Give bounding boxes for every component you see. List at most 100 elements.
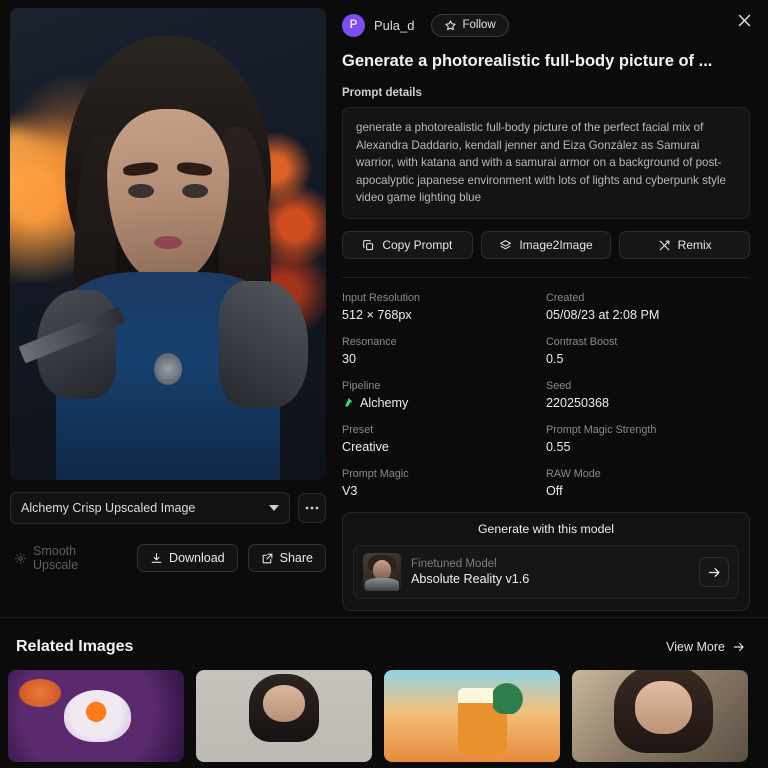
related-title: Related Images [16,638,134,655]
metadata-key: Seed [546,380,572,393]
metadata-item-raw-mode: RAW Mode Off [546,468,750,498]
prompt-details-label: Prompt details [342,87,422,99]
variant-select[interactable]: Alchemy Crisp Upscaled Image [10,492,290,524]
image-detail-modal: Alchemy Crisp Upscaled Image Smooth Upsc… [0,0,768,768]
metadata-item-prompt-magic: Prompt Magic V3 [342,468,546,498]
metadata-key: Contrast Boost [546,336,618,349]
model-row[interactable]: Finetuned Model Absolute Reality v1.6 [353,545,739,600]
subject-face [107,108,229,281]
image2image-button[interactable]: Image2Image [480,231,612,260]
metadata-item-pipeline: Pipeline Alchemy [342,380,546,410]
metadata-key: Prompt Magic Strength [546,424,657,437]
image-tools: Alchemy Crisp Upscaled Image Smooth Upsc… [10,492,326,578]
share-icon [262,553,273,563]
variant-select-label: Alchemy Crisp Upscaled Image [21,501,196,515]
author-name[interactable]: Pula_d [374,18,414,33]
more-options-button[interactable] [298,493,326,523]
metadata-value: V3 [342,484,358,499]
metadata-value: 220250368 [546,396,610,411]
avatar[interactable]: P [342,13,365,37]
related-thumbnail-woman-closeup-portrait[interactable] [572,670,748,762]
flask-icon [345,398,353,407]
metadata-key: Pipeline [342,380,381,393]
layers-icon [500,239,512,249]
metadata-key: Created [546,292,585,305]
metadata-value: Creative [342,440,389,455]
arrow-right-icon [708,567,719,577]
model-meta: Finetuned Model Absolute Reality v1.6 [411,558,689,586]
view-more-button[interactable]: View More [666,640,746,654]
copy-icon [363,239,374,250]
follow-label: Follow [462,19,496,31]
metadata-value-row: Alchemy [342,396,546,410]
metadata-grid: Input Resolution 512 × 768px Created 05/… [342,292,750,498]
variant-row: Alchemy Crisp Upscaled Image [10,492,326,524]
subject-eye-left [128,183,154,199]
detail-top-section: Alchemy Crisp Upscaled Image Smooth Upsc… [0,0,768,617]
image2image-label: Image2Image [519,238,593,253]
metadata-item-seed: Seed 220250368 [546,380,750,410]
share-button[interactable]: Share [247,544,326,572]
arrow-right-icon [733,642,744,652]
model-subtitle: Finetuned Model [411,558,497,571]
pipeline-value: Alchemy [360,396,409,411]
metadata-value: 0.5 [546,352,564,367]
model-card-title: Generate with this model [477,522,615,537]
metadata-key: Prompt Magic [342,468,409,481]
model-thumb-face [372,559,392,580]
metadata-value: 05/08/23 at 2:08 PM [546,308,660,323]
generated-image[interactable] [10,8,326,480]
metadata-key: Resonance [342,336,397,349]
copy-prompt-button[interactable]: Copy Prompt [342,231,473,260]
prompt-actions: Copy Prompt Image2Image Remix [342,231,751,260]
copy-prompt-label: Copy Prompt [382,238,453,253]
image-subject [18,36,309,480]
related-thumbnail-woman-black-dress-portrait[interactable] [196,670,372,762]
related-thumbnail-astronaut-space-art[interactable] [8,670,184,762]
details-panel: P Pula_d Follow Generate a photorealisti… [336,0,768,617]
smooth-upscale-button[interactable]: Smooth Upscale [10,538,127,578]
download-label: Download [169,551,225,565]
download-icon [151,552,162,563]
metadata-item-created: Created 05/08/23 at 2:08 PM [546,292,750,322]
generated-image-content [10,8,326,480]
sparkle-icon [15,552,26,564]
subject-lips [153,235,183,250]
download-button[interactable]: Download [137,544,238,572]
subject-pauldron-right [219,280,309,408]
metadata-item-input-resolution: Input Resolution 512 × 768px [342,292,546,322]
divider [342,277,750,279]
author-row: P Pula_d Follow [342,8,750,42]
related-thumbnail-beer-beach-illustration[interactable] [384,670,560,762]
metadata-key: RAW Mode [546,468,601,481]
model-name: Absolute Reality v1.6 [411,572,530,587]
page-title: Generate a photorealistic full-body pict… [342,52,713,70]
metadata-value: 512 × 768px [342,308,412,323]
metadata-item-resonance: Resonance 30 [342,336,546,366]
related-thumbnails [0,670,768,762]
follow-button[interactable]: Follow [431,13,509,37]
view-more-label: View More [666,640,725,654]
close-button[interactable] [732,8,756,32]
close-icon [738,14,750,26]
prompt-text[interactable]: generate a photorealistic full-body pict… [342,107,750,220]
model-thumbnail [363,553,401,592]
ellipsis-icon [305,506,319,510]
metadata-value: 0.55 [546,440,571,455]
metadata-key: Preset [342,424,374,437]
image-panel: Alchemy Crisp Upscaled Image Smooth Upsc… [0,0,336,617]
smooth-upscale-label: Smooth Upscale [33,544,79,572]
metadata-item-contrast-boost: Contrast Boost 0.5 [546,336,750,366]
metadata-item-prompt-magic-strength: Prompt Magic Strength 0.55 [546,424,750,454]
metadata-value: Off [546,484,563,499]
metadata-item-preset: Preset Creative [342,424,546,454]
subject-armor-medallion [153,353,183,386]
remix-button[interactable]: Remix [619,231,751,260]
remix-label: Remix [677,238,712,253]
image-action-row: Smooth Upscale Download Share [10,538,326,578]
star-icon [445,19,457,30]
generate-with-model-card: Generate with this model Finetuned Model… [342,512,750,612]
related-header: Related Images View More [0,618,768,670]
model-go-button[interactable] [699,557,729,588]
model-thumb-body [365,578,399,592]
